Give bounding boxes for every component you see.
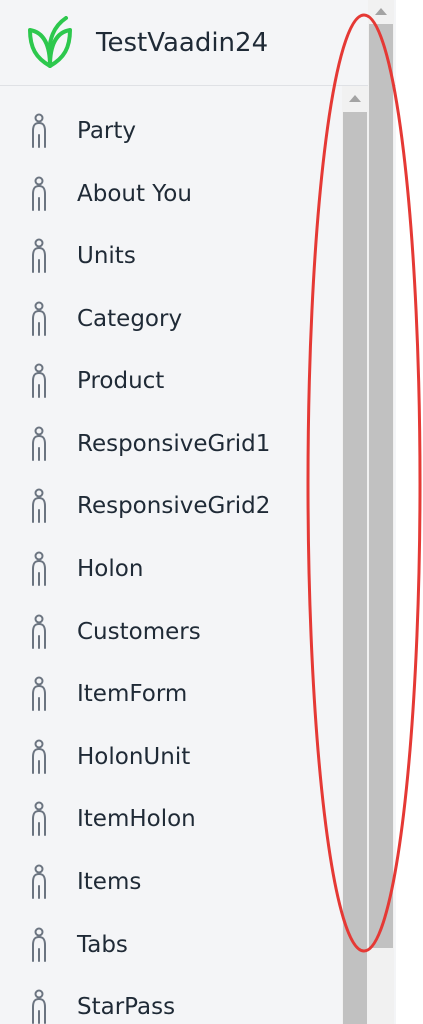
person-icon [32, 739, 46, 774]
drawer-header: TestVaadin24 [0, 0, 396, 86]
nav-item-holonunit[interactable]: HolonUnit [0, 726, 342, 788]
nav-item-responsivegrid2[interactable]: ResponsiveGrid2 [0, 475, 342, 537]
nav-item-customers[interactable]: Customers [0, 601, 342, 663]
person-icon [32, 801, 46, 836]
nav-item-starpass[interactable]: StarPass [0, 976, 342, 1024]
nav-item-label: Party [77, 118, 137, 144]
vaadin-leaf-logo-icon [28, 16, 72, 68]
nav-item-label: ResponsiveGrid2 [77, 493, 271, 519]
page-scrollbar[interactable] [368, 0, 394, 1024]
nav-item-label: ItemHolon [77, 806, 196, 832]
person-icon [32, 927, 46, 962]
nav-item-category[interactable]: Category [0, 288, 342, 350]
nav-item-responsivegrid1[interactable]: ResponsiveGrid1 [0, 413, 342, 475]
nav-item-label: Items [77, 869, 142, 895]
nav-scrollbar-thumb[interactable] [343, 112, 367, 1024]
nav-item-label: ResponsiveGrid1 [77, 431, 271, 457]
nav-item-units[interactable]: Units [0, 225, 342, 287]
page-scrollbar-thumb[interactable] [369, 24, 393, 948]
person-icon [32, 238, 46, 273]
nav-item-about-you[interactable]: About You [0, 163, 342, 225]
side-nav: Party About You Units Category Product R… [0, 86, 342, 1024]
nav-item-label: Category [77, 306, 183, 332]
scroll-up-arrow-icon[interactable] [375, 8, 387, 15]
navigation-drawer: TestVaadin24 Party About You Units Categ… [0, 0, 396, 1024]
nav-item-label: ItemForm [77, 681, 188, 707]
nav-item-itemform[interactable]: ItemForm [0, 663, 342, 725]
nav-item-tabs[interactable]: Tabs [0, 914, 342, 976]
nav-scrollbar[interactable] [342, 86, 368, 1024]
person-icon [32, 676, 46, 711]
nav-item-label: Holon [77, 556, 144, 582]
person-icon [32, 176, 46, 211]
nav-item-label: Customers [77, 619, 201, 645]
person-icon [32, 113, 46, 148]
person-icon [32, 488, 46, 523]
nav-item-label: About You [77, 181, 192, 207]
app-title: TestVaadin24 [96, 28, 269, 58]
nav-item-label: Tabs [77, 932, 128, 958]
person-icon [32, 363, 46, 398]
person-icon [32, 864, 46, 899]
nav-item-product[interactable]: Product [0, 350, 342, 412]
nav-item-itemholon[interactable]: ItemHolon [0, 788, 342, 850]
person-icon [32, 426, 46, 461]
person-icon [32, 614, 46, 649]
person-icon [32, 989, 46, 1024]
scroll-up-arrow-icon[interactable] [349, 95, 361, 102]
nav-item-label: Units [77, 243, 136, 269]
nav-item-holon[interactable]: Holon [0, 538, 342, 600]
person-icon [32, 301, 46, 336]
nav-item-label: HolonUnit [77, 744, 191, 770]
nav-item-party[interactable]: Party [0, 100, 342, 162]
person-icon [32, 551, 46, 586]
nav-item-label: StarPass [77, 994, 176, 1020]
nav-item-items[interactable]: Items [0, 851, 342, 913]
nav-item-label: Product [77, 368, 165, 394]
